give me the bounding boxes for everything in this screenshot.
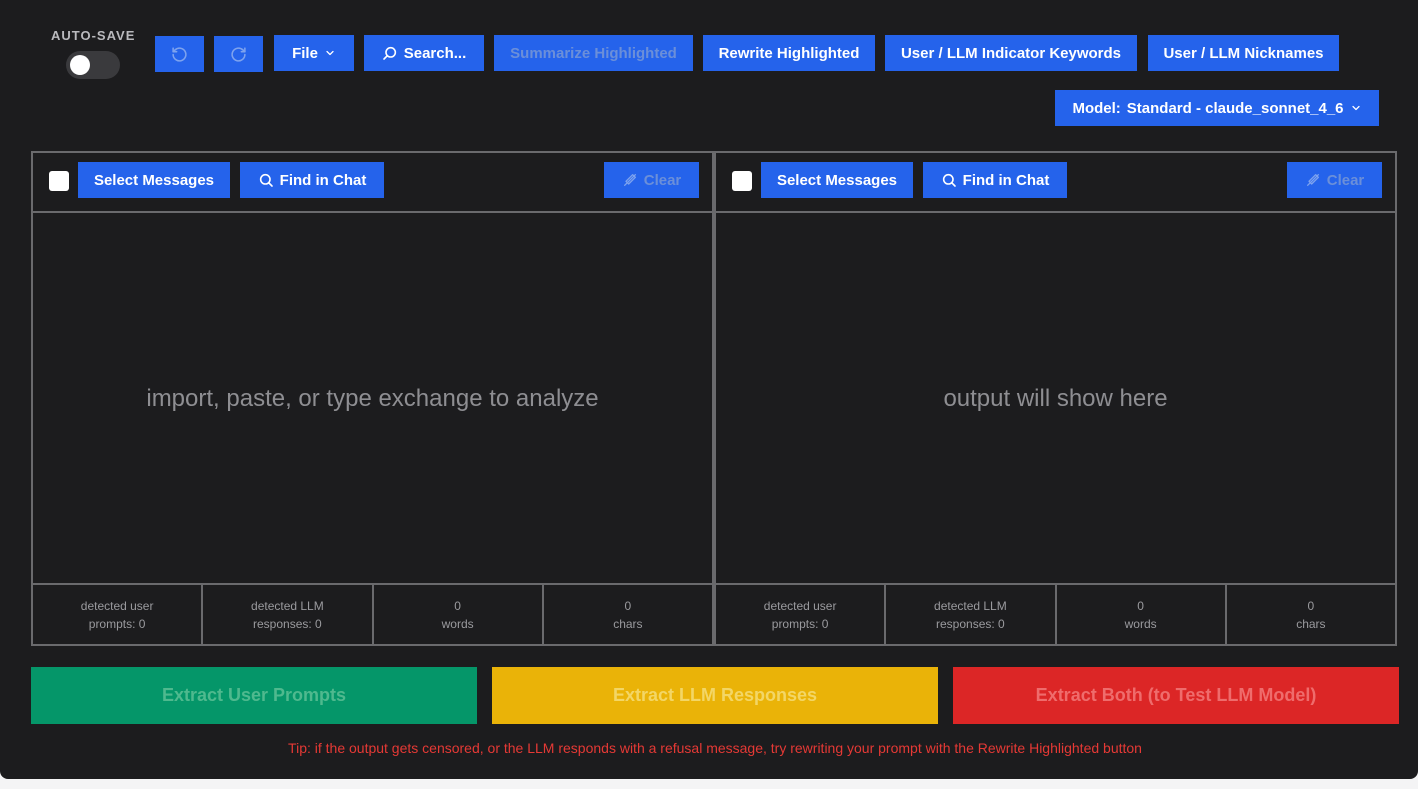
extract-llm-responses-button[interactable]: Extract LLM Responses: [492, 667, 938, 724]
nicknames-button[interactable]: User / LLM Nicknames: [1148, 35, 1339, 71]
rewrite-highlighted-button[interactable]: Rewrite Highlighted: [703, 35, 875, 71]
stat-label: chars: [613, 616, 643, 631]
chevron-down-icon: [1350, 102, 1362, 114]
stat-label: detected user: [763, 598, 837, 613]
stat-llm-responses: detected LLM responses: 0: [203, 585, 374, 644]
output-panel-header: Select Messages Find in Chat Clear: [716, 153, 1395, 213]
extract-both-button[interactable]: Extract Both (to Test LLM Model): [953, 667, 1399, 724]
stat-label: words: [1124, 616, 1157, 631]
stat-llm-responses: detected LLM responses: 0: [886, 585, 1057, 644]
find-label: Find in Chat: [962, 171, 1050, 189]
search-button[interactable]: Search...: [364, 35, 484, 71]
clear-label: Clear: [643, 171, 682, 189]
eraser-icon: [622, 172, 638, 188]
stat-chars: 0 chars: [1227, 585, 1395, 644]
stat-value: responses: 0: [253, 616, 322, 631]
output-find-in-chat-button[interactable]: Find in Chat: [923, 162, 1067, 198]
redo-icon: [230, 46, 247, 63]
model-select[interactable]: Model: Standard - claude_sonnet_4_6: [1055, 90, 1379, 126]
input-stats-bar: detected user prompts: 0 detected LLM re…: [33, 583, 712, 644]
input-select-messages-button[interactable]: Select Messages: [78, 162, 230, 198]
stat-value: 0: [624, 598, 632, 613]
stat-value: 0: [1307, 598, 1315, 613]
input-panel-header: Select Messages Find in Chat Clear: [33, 153, 712, 213]
output-placeholder: output will show here: [943, 385, 1168, 412]
toggle-knob: [70, 55, 90, 75]
tip-text: Tip: if the output gets censored, or the…: [288, 740, 1142, 756]
search-icon: [382, 45, 398, 61]
stat-label: detected LLM: [934, 598, 1007, 613]
clear-label: Clear: [1326, 171, 1365, 189]
output-text-area[interactable]: output will show here: [716, 211, 1395, 587]
autosave-toggle[interactable]: [66, 51, 120, 79]
stat-value: 0: [454, 598, 461, 613]
chevron-down-icon: [324, 47, 336, 59]
stat-user-prompts: detected user prompts: 0: [33, 585, 204, 644]
redo-button[interactable]: [214, 36, 263, 72]
stat-words: 0 words: [1057, 585, 1227, 644]
output-panel: Select Messages Find in Chat Clear outpu…: [714, 151, 1397, 646]
autosave-label: AUTO-SAVE: [51, 28, 136, 43]
input-clear-button[interactable]: Clear: [604, 162, 699, 198]
input-text-area[interactable]: import, paste, or type exchange to analy…: [33, 211, 712, 587]
stat-words: 0 words: [374, 585, 544, 644]
file-menu-button[interactable]: File: [274, 35, 354, 71]
undo-icon: [171, 46, 188, 63]
stat-user-prompts: detected user prompts: 0: [716, 585, 887, 644]
output-select-all-checkbox[interactable]: [732, 171, 752, 191]
stat-label: chars: [1296, 616, 1326, 631]
find-label: Find in Chat: [279, 171, 367, 189]
input-find-in-chat-button[interactable]: Find in Chat: [240, 162, 384, 198]
extract-user-prompts-button[interactable]: Extract User Prompts: [31, 667, 477, 724]
output-clear-button[interactable]: Clear: [1287, 162, 1382, 198]
stat-label: detected user: [80, 598, 154, 613]
search-icon: [258, 172, 274, 188]
stat-value: 0: [1137, 598, 1144, 613]
model-value: Standard - claude_sonnet_4_6: [1126, 99, 1344, 117]
stat-label: words: [441, 616, 474, 631]
output-stats-bar: detected user prompts: 0 detected LLM re…: [716, 583, 1395, 644]
stat-value: prompts: 0: [88, 616, 146, 631]
summarize-highlighted-button[interactable]: Summarize Highlighted: [494, 35, 693, 71]
eraser-icon: [1305, 172, 1321, 188]
indicator-keywords-button[interactable]: User / LLM Indicator Keywords: [885, 35, 1137, 71]
app-window: AUTO-SAVE File Search... Summarize Highl…: [0, 0, 1418, 779]
search-icon: [941, 172, 957, 188]
stat-value: responses: 0: [936, 616, 1005, 631]
input-panel: Select Messages Find in Chat Clear impor…: [31, 151, 714, 646]
output-select-messages-button[interactable]: Select Messages: [761, 162, 913, 198]
model-label: Model:: [1072, 99, 1121, 117]
stat-value: prompts: 0: [771, 616, 829, 631]
undo-button[interactable]: [155, 36, 204, 72]
input-placeholder: import, paste, or type exchange to analy…: [146, 385, 599, 412]
search-label: Search...: [403, 44, 467, 62]
file-label: File: [292, 44, 318, 62]
input-select-all-checkbox[interactable]: [49, 171, 69, 191]
stat-chars: 0 chars: [544, 585, 712, 644]
stat-label: detected LLM: [251, 598, 324, 613]
